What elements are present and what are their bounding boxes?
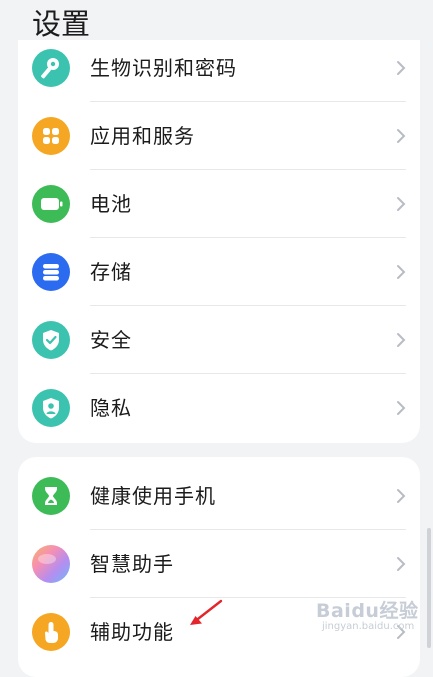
- annotation-arrow-icon: [190, 599, 223, 625]
- chevron-right-icon: [397, 265, 406, 279]
- settings-item-label: 存储: [90, 260, 132, 284]
- chevron-right-icon: [397, 401, 406, 415]
- page-title: 设置: [32, 7, 91, 41]
- settings-item-label: 电池: [90, 192, 132, 216]
- chevron-right-icon: [397, 61, 406, 75]
- hand-tap-icon: [32, 613, 70, 651]
- settings-item-digital-balance[interactable]: 健康使用手机: [18, 462, 420, 530]
- chevron-right-icon: [397, 489, 406, 503]
- storage-icon: [32, 253, 70, 291]
- apps-grid-icon: [32, 117, 70, 155]
- settings-item-privacy[interactable]: 隐私: [18, 374, 420, 442]
- settings-item-label: 生物识别和密码: [90, 56, 237, 80]
- settings-item-apps-services[interactable]: 应用和服务: [18, 102, 420, 170]
- settings-item-label: 应用和服务: [90, 124, 195, 148]
- scrollbar[interactable]: [427, 528, 431, 648]
- assistant-orb-icon: [32, 545, 70, 583]
- settings-item-label: 辅助功能: [90, 620, 174, 644]
- settings-item-smart-assistant[interactable]: 智慧助手: [18, 530, 420, 598]
- chevron-right-icon: [397, 557, 406, 571]
- key-icon: [32, 49, 70, 87]
- settings-item-battery[interactable]: 电池: [18, 170, 420, 238]
- hourglass-icon: [32, 477, 70, 515]
- watermark: Baidu经验 jingyan.baidu.com: [316, 596, 426, 646]
- watermark-text: Baidu经验: [316, 600, 419, 622]
- settings-item-label: 智慧助手: [90, 552, 174, 576]
- privacy-shield-icon: [32, 389, 70, 427]
- settings-item-label: 安全: [90, 328, 132, 352]
- settings-item-label: 健康使用手机: [90, 484, 216, 508]
- chevron-right-icon: [397, 333, 406, 347]
- settings-group-1: 生物识别和密码 应用和服务 电池 存储 安全 隐私: [18, 40, 420, 443]
- settings-item-label: 隐私: [90, 396, 132, 420]
- shield-check-icon: [32, 321, 70, 359]
- settings-item-biometrics[interactable]: 生物识别和密码: [18, 40, 420, 102]
- chevron-right-icon: [397, 197, 406, 211]
- battery-icon: [32, 185, 70, 223]
- settings-item-storage[interactable]: 存储: [18, 238, 420, 306]
- chevron-right-icon: [397, 129, 406, 143]
- watermark-subtext: jingyan.baidu.com: [322, 621, 415, 632]
- settings-item-security[interactable]: 安全: [18, 306, 420, 374]
